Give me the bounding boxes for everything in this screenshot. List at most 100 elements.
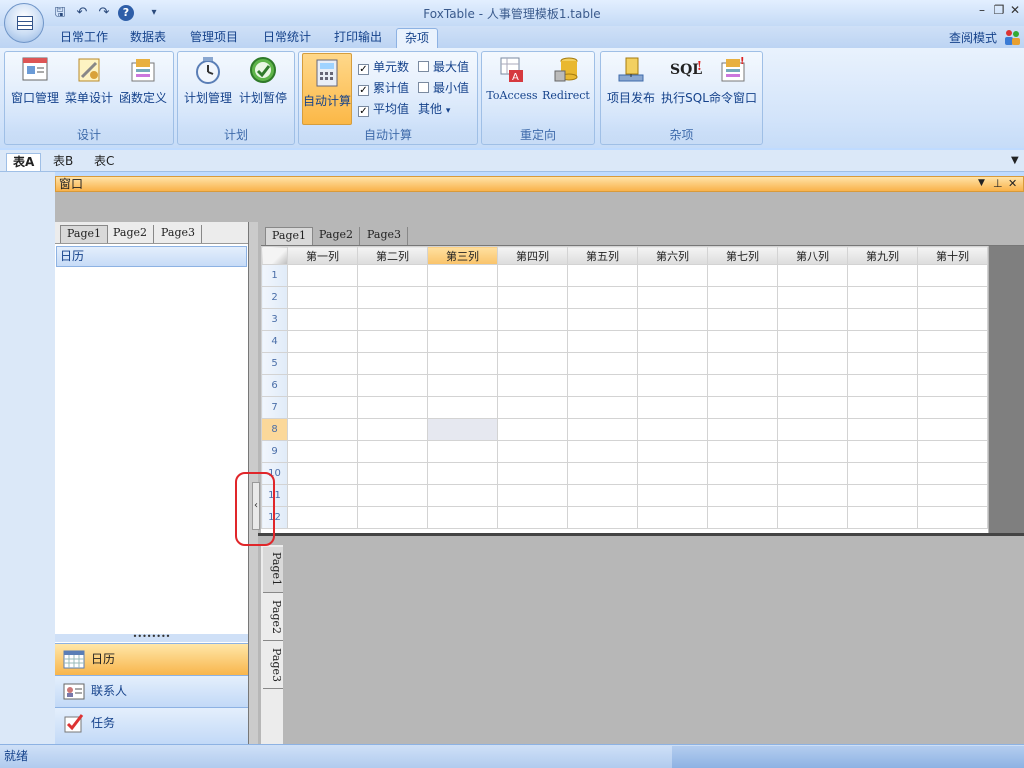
grid-cell[interactable] [567,484,638,507]
grid-cell[interactable] [497,286,568,309]
grid-cell[interactable] [707,462,778,485]
grid-cell[interactable] [357,462,428,485]
grid-cell[interactable] [357,440,428,463]
grid-cell[interactable] [287,264,358,287]
check-cell-count[interactable]: ✓ 单元数 [358,58,409,76]
grid-cell[interactable] [917,440,988,463]
grid-cell[interactable] [917,352,988,375]
grid-cell[interactable] [567,374,638,397]
grid-cell[interactable] [427,308,498,331]
check-min[interactable]: 最小值 [418,79,469,97]
row-header[interactable]: 9 [261,440,288,463]
grid-cell[interactable] [427,506,498,529]
grid-cell[interactable] [637,374,708,397]
doc-tab-a[interactable]: 表A [6,153,42,171]
grid-cell[interactable] [707,330,778,353]
grid-cell[interactable] [567,264,638,287]
to-access-button[interactable]: A ToAccess [485,55,539,107]
function-define-button[interactable]: 函数定义 [116,55,170,107]
grid-cell[interactable] [357,396,428,419]
plan-manage-button[interactable]: 计划管理 [181,55,235,107]
grid-cell[interactable] [707,506,778,529]
bottom-tab-page2[interactable]: Page2 [263,595,283,641]
grid-cell[interactable] [707,308,778,331]
grid-cell[interactable] [357,264,428,287]
grid-cell[interactable] [917,308,988,331]
grid-cell[interactable] [427,330,498,353]
doc-tab-b[interactable]: 表B [47,153,79,171]
grid-cell[interactable] [637,462,708,485]
grid-cell[interactable] [777,330,848,353]
users-icon[interactable] [1003,28,1021,46]
grid-cell[interactable] [917,418,988,441]
grid-cell[interactable] [357,418,428,441]
column-header[interactable]: 第六列 [637,246,708,265]
grid-cell[interactable] [637,440,708,463]
corner-cell[interactable] [261,246,288,265]
grid-cell[interactable] [847,352,918,375]
row-header[interactable]: 6 [261,374,288,397]
grid-cell[interactable] [917,506,988,529]
nav-tasks[interactable]: 任务 [55,707,248,744]
column-header[interactable]: 第七列 [707,246,778,265]
check-max[interactable]: 最大值 [418,58,469,76]
tab-manage-project[interactable]: 管理项目 [182,28,246,48]
grid-cell[interactable] [287,286,358,309]
grid-cell[interactable] [847,264,918,287]
grid-tab-page1[interactable]: Page1 [265,227,314,245]
bottom-tab-page3[interactable]: Page3 [263,643,283,689]
grid-cell[interactable] [497,396,568,419]
grid-cell[interactable] [637,484,708,507]
grid-cell[interactable] [707,286,778,309]
grid-cell[interactable] [357,286,428,309]
minimize-icon[interactable]: – [974,2,990,18]
grid-cell[interactable] [917,396,988,419]
grid-cell[interactable] [637,418,708,441]
check-average[interactable]: ✓ 平均值 [358,100,409,118]
column-header[interactable]: 第四列 [497,246,568,265]
grid-cell[interactable] [777,286,848,309]
tab-data-table[interactable]: 数据表 [122,28,174,48]
grid-cell[interactable] [637,308,708,331]
grid-cell[interactable] [917,374,988,397]
grid-cell[interactable] [637,506,708,529]
plan-pause-button[interactable]: 计划暂停 [235,55,291,107]
grid-cell[interactable] [777,308,848,331]
window-manage-button[interactable]: 窗口管理 [8,55,62,107]
grid-cell[interactable] [287,440,358,463]
grid-cell[interactable] [917,484,988,507]
other-dropdown[interactable]: 其他 ▾ [418,100,450,118]
restore-icon[interactable]: ❐ [991,2,1007,18]
grid-cell[interactable] [287,396,358,419]
grid-cell[interactable] [637,286,708,309]
grid-cell[interactable] [777,352,848,375]
grid-cell[interactable] [497,418,568,441]
grid-cell[interactable] [427,484,498,507]
grid-cell[interactable] [287,330,358,353]
grid-cell[interactable] [497,308,568,331]
menu-design-button[interactable]: 菜单设计 [62,55,116,107]
grid-cell[interactable] [777,440,848,463]
grid-cell[interactable] [567,462,638,485]
redirect-button[interactable]: Redirect [539,55,593,107]
column-header[interactable]: 第十列 [917,246,988,265]
grid-cell[interactable] [567,286,638,309]
panel-splitter[interactable]: •••••••• [55,633,248,642]
left-tab-page1[interactable]: Page1 [60,225,109,243]
left-tab-page3[interactable]: Page3 [155,225,203,243]
grid-cell[interactable] [707,440,778,463]
column-header[interactable]: 第一列 [287,246,358,265]
grid-cell[interactable] [287,506,358,529]
grid-cell[interactable] [707,264,778,287]
tab-daily-work[interactable]: 日常工作 [52,28,116,48]
grid-cell[interactable] [497,374,568,397]
row-header[interactable]: 3 [261,308,288,331]
grid-tab-page2[interactable]: Page2 [313,227,361,245]
command-window-button[interactable]: ! 命令窗口 [706,55,760,107]
grid-cell[interactable] [707,352,778,375]
view-mode-label[interactable]: 查阅模式 [949,29,997,46]
window-close-icon[interactable]: ✕ [1008,177,1017,190]
grid-cell[interactable] [427,418,498,441]
grid-cell[interactable] [567,396,638,419]
grid-cell[interactable] [427,264,498,287]
